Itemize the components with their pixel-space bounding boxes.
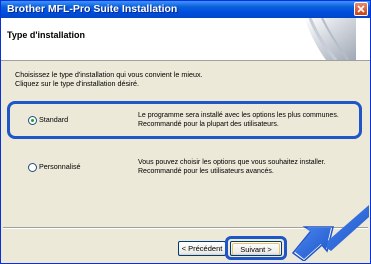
standard-desc-line-1: Le programme sera installé avec les opti… (138, 112, 339, 119)
custom-label: Personnalisé (39, 162, 81, 171)
custom-desc-line-2: Recommandé pour les utilisateurs avancés… (138, 167, 274, 175)
close-button[interactable] (354, 2, 368, 16)
standard-radio[interactable] (28, 116, 37, 125)
custom-description: Vous pouvez choisir les options que vous… (138, 159, 348, 176)
intro-text: Choisissez le type d'installation qui vo… (15, 70, 335, 88)
next-highlight-frame (225, 236, 287, 260)
back-button[interactable]: < Précédent (178, 241, 226, 256)
standard-label: Standard (39, 115, 69, 124)
custom-desc-line-1: Vous pouvez choisir les options que vous… (138, 159, 326, 166)
arrow-pointer-icon (291, 205, 369, 261)
window-title: Brother MFL-Pro Suite Installation (7, 3, 178, 15)
title-bar[interactable]: Brother MFL-Pro Suite Installation (1, 1, 370, 18)
intro-line-2: Cliquez sur le type d'installation désir… (15, 78, 140, 88)
installer-graphic (304, 18, 356, 60)
page-title: Type d'installation (7, 30, 85, 40)
close-icon (357, 5, 365, 13)
header-panel: Type d'installation (1, 18, 370, 61)
custom-radio[interactable] (28, 163, 37, 172)
standard-desc-line-2: Recommandé pour la plupart des utilisate… (138, 120, 279, 128)
standard-description: Le programme sera installé avec les opti… (138, 112, 348, 129)
installer-window: Brother MFL-Pro Suite Installation Type … (0, 0, 371, 264)
